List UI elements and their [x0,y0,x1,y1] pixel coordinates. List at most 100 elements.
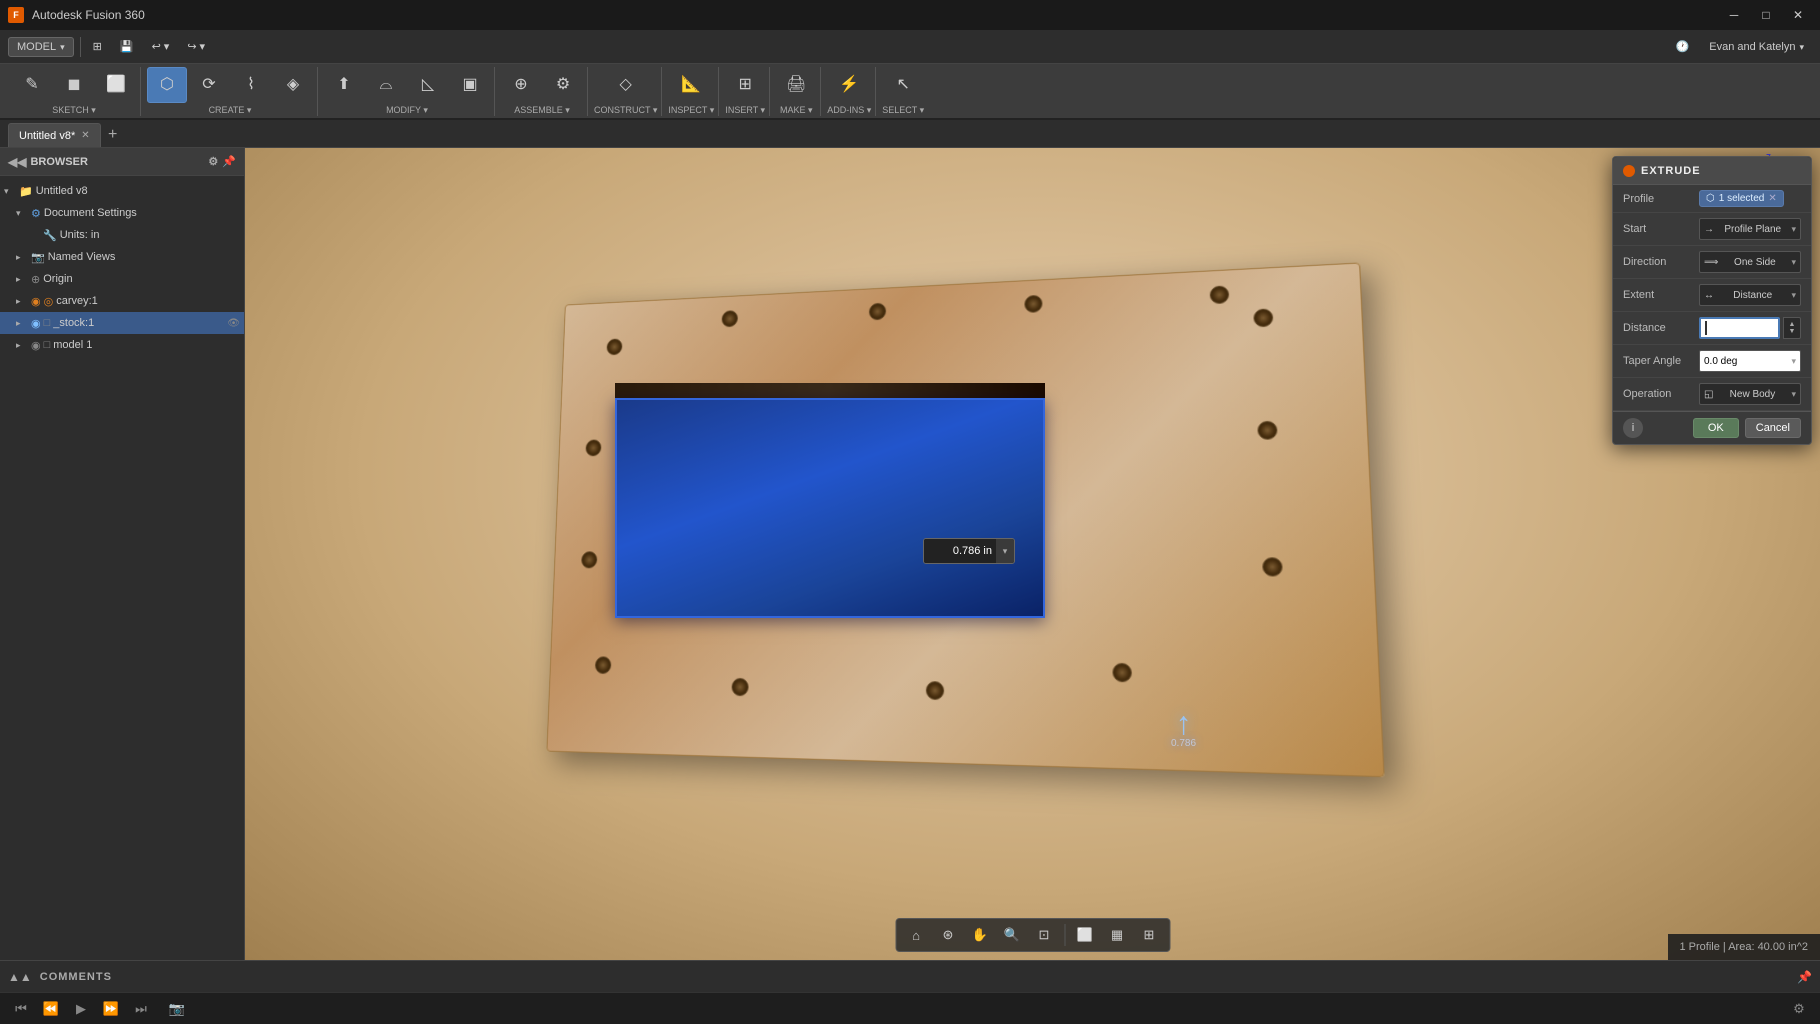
sketch-create-button[interactable]: ✎ [12,67,52,103]
document-tab[interactable]: Untitled v8* ✕ [8,123,101,147]
undo-arrow: ▾ [164,40,170,53]
operation-dropdown[interactable]: ◱ New Body [1699,383,1801,405]
hole-3 [869,303,886,321]
make-group-label: MAKE ▾ [780,105,813,116]
distance-value-input[interactable] [924,539,996,563]
extrude-button[interactable]: ⬡ [147,67,187,103]
app-icon: F [8,7,24,23]
press-pull-button[interactable]: ⬆ [324,67,364,103]
scripts-icon: ⚡ [839,77,859,93]
revolve-button[interactable]: ⟳ [189,67,229,103]
user-account-button[interactable]: Evan and Katelyn [1701,39,1812,55]
make-icon: 🖨 [786,77,806,93]
profile-chip: ⬡ 1 selected ✕ [1699,190,1784,207]
measure-button[interactable]: 📐 [671,67,711,103]
namedviews-icon: 📷 [31,251,45,264]
scripts-button[interactable]: ⚡ [829,67,869,103]
viewport-viewcube-button[interactable]: ⬜ [1071,922,1099,948]
viewport-layout-button[interactable]: ⊞ [1135,922,1163,948]
offset-plane-button[interactable]: ◇ [606,67,646,103]
model-mode-dropdown[interactable]: MODEL [8,37,74,57]
sketch-finish-button[interactable]: ◼ [54,67,94,103]
save-button[interactable]: 💾 [114,35,140,59]
units-icon: 🔧 [43,229,57,242]
transport-next-button[interactable]: ⏩ [98,997,124,1021]
shell-button[interactable]: ▣ [450,67,490,103]
direction-dropdown[interactable]: ⟹ One Side [1699,251,1801,273]
tree-label-model1: model 1 [53,339,92,351]
viewport-pan-button[interactable]: ✋ [966,922,994,948]
viewport-zoomfit-button[interactable]: ⊡ [1030,922,1058,948]
transport-camera-button[interactable]: 📷 [164,997,190,1021]
redo-button[interactable]: ↪ ▾ [181,35,211,59]
joint-button[interactable]: ⚙ [543,67,583,103]
browser-collapse-button[interactable]: ◀◀ [8,155,26,169]
start-dropdown[interactable]: → Profile Plane [1699,218,1801,240]
viewport[interactable]: ↑ 0.786 ▾ FRONT [245,148,1820,960]
transport-settings-button[interactable]: ⚙ [1786,997,1812,1021]
grid-icon: ⊞ [93,40,102,53]
viewport-orbit-button[interactable]: ⊛ [934,922,962,948]
tree-item-origin[interactable]: ⊕ Origin [0,268,244,290]
content-area: ◀◀ BROWSER ⚙ 📌 📁 Untitled v8 ⚙ Document … [0,148,1820,960]
tab-close-button[interactable]: ✕ [81,130,89,141]
close-button[interactable]: ✕ [1784,4,1812,26]
tree-item-docsettings[interactable]: ⚙ Document Settings [0,202,244,224]
select-button[interactable]: ↖ [883,67,923,103]
extent-dropdown[interactable]: ↔ Distance [1699,284,1801,306]
comments-collapse-button[interactable]: ▲▲ [8,970,32,984]
fillet-button[interactable]: ⌓ [366,67,406,103]
autosave-button[interactable]: 🕐 [1670,35,1696,59]
grid-view-icon: ▦ [1111,927,1123,943]
new-component-button[interactable]: ⊕ [501,67,541,103]
ok-button[interactable]: OK [1693,418,1739,438]
info-button[interactable]: i [1623,418,1643,438]
tree-item-units[interactable]: 🔧 Units: in [0,224,244,246]
browser-title: BROWSER [30,156,87,168]
stock-visibility-icon[interactable]: 👁 [227,318,240,329]
operation-dropdown-arrow [1791,389,1796,400]
hole-10 [1262,557,1283,576]
dialog-icon [1623,165,1635,177]
viewport-zoom-button[interactable]: 🔍 [998,922,1026,948]
sketch-3d-button[interactable]: ⬜ [96,67,136,103]
browser-settings-icon[interactable]: ⚙ [208,155,218,168]
profile-clear-button[interactable]: ✕ [1768,193,1776,204]
tree-item-namedviews[interactable]: 📷 Named Views [0,246,244,268]
insert-button[interactable]: ⊞ [725,67,765,103]
minimize-button[interactable]: ─ [1720,4,1748,26]
grid-button[interactable]: ⊞ [87,35,108,59]
distance-input-field[interactable] [1699,317,1780,339]
comments-label: COMMENTS [40,971,112,983]
distance-spinner[interactable]: ▲ ▼ [1783,317,1801,339]
undo-button[interactable]: ↩ ▾ [146,35,176,59]
distance-dropdown-button[interactable]: ▾ [996,539,1014,563]
new-tab-button[interactable]: + [101,123,125,147]
make-button[interactable]: 🖨 [776,67,816,103]
cancel-button[interactable]: Cancel [1745,418,1801,438]
transport-prev-button[interactable]: ⏪ [38,997,64,1021]
comments-pin-button[interactable]: 📌 [1797,970,1812,984]
browser-pin-icon[interactable]: 📌 [222,155,236,168]
tree-item-carvey[interactable]: ◉ ◎ carvey:1 [0,290,244,312]
sweep-button[interactable]: ⌇ [231,67,271,103]
transport-start-button[interactable]: ⏮ [8,997,34,1021]
tree-item-model1[interactable]: ◉ □ model 1 [0,334,244,356]
viewport-home-button[interactable]: ⌂ [902,922,930,948]
distance-input-popup: ▾ [923,538,1015,564]
loft-icon: ◈ [287,77,299,93]
start-label: Start [1623,223,1693,235]
transport-play-button[interactable]: ▶ [68,997,94,1021]
camera-icon: 📷 [169,1001,185,1017]
viewport-grid-button[interactable]: ▦ [1103,922,1131,948]
taper-angle-input[interactable]: 0.0 deg [1699,350,1801,372]
tree-item-untitled[interactable]: 📁 Untitled v8 [0,180,244,202]
chamfer-button[interactable]: ◺ [408,67,448,103]
profile-selected-text: 1 selected [1719,193,1765,204]
transport-end-button[interactable]: ⏭ [128,997,154,1021]
maximize-button[interactable]: □ [1752,4,1780,26]
tree-item-stock[interactable]: ◉ □ _stock:1 👁 [0,312,244,334]
model1-icon: ◉ [31,339,41,352]
loft-button[interactable]: ◈ [273,67,313,103]
extrude-icon: ⬡ [160,77,174,93]
